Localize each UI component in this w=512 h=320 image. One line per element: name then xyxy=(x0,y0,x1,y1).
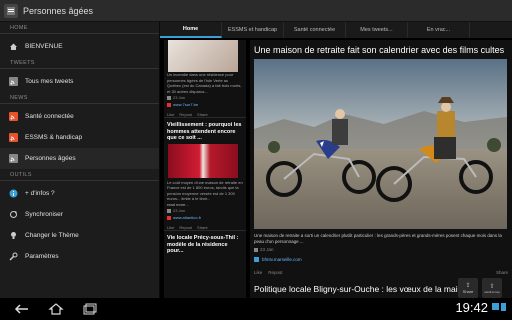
bulb-icon xyxy=(9,231,18,240)
post-thumbnail[interactable] xyxy=(168,40,238,72)
article-hero-image[interactable] xyxy=(254,59,507,229)
calendar-icon xyxy=(167,95,171,100)
tab-bar: Home ESSMS et handicap Santé connectée M… xyxy=(160,22,512,38)
sidebar-item-label: Changer le Thème xyxy=(25,232,79,239)
share-floating-button[interactable]: ⇪ Share xyxy=(458,278,478,298)
repost-button[interactable]: Repost xyxy=(179,112,192,117)
info-icon xyxy=(9,189,18,198)
sidebar-item-parametres[interactable]: Paramètres xyxy=(0,246,159,267)
wrench-icon xyxy=(9,252,18,261)
article-date: 23 Jan xyxy=(250,245,512,254)
bikers-photo xyxy=(254,59,507,229)
sidebar-item-label: Santé connectée xyxy=(25,113,74,120)
sidebar-item-bienvenue[interactable]: BIENVENUE xyxy=(0,36,159,57)
sidebar-item-label: Tous mes tweets xyxy=(25,78,74,85)
like-button[interactable]: Like xyxy=(254,270,262,275)
app-logo-icon[interactable] xyxy=(4,3,18,18)
sidebar-item-sante[interactable]: Santé connectée xyxy=(0,106,159,127)
tab-home[interactable]: Home xyxy=(160,22,222,38)
section-header-tweets: TWEETS xyxy=(0,57,159,69)
repost-button[interactable]: Repost xyxy=(268,270,282,275)
sidebar-item-label: Personnes âgées xyxy=(25,155,76,162)
tab-sante[interactable]: Santé connectée xyxy=(284,22,346,38)
arrow-up-icon: ⇧ xyxy=(489,283,495,290)
article-title: Une maison de retraite fait son calendri… xyxy=(254,45,505,55)
tab-en-vrac[interactable]: En vrac... xyxy=(408,22,470,38)
sync-icon xyxy=(9,210,18,219)
sidebar-item-personnes-agees[interactable]: Personnes âgées xyxy=(0,148,159,169)
like-button[interactable]: Like xyxy=(167,112,174,117)
sidebar-item-infos[interactable]: + d'infos ? xyxy=(0,183,159,204)
post-actions: Like Repost Share xyxy=(164,108,246,118)
tab-essms[interactable]: ESSMS et handicap xyxy=(222,22,284,38)
share-button[interactable]: Share xyxy=(496,270,508,275)
post-date: 23 Jan xyxy=(164,94,246,101)
post-thumbnail[interactable] xyxy=(168,143,238,178)
post-title[interactable]: Vie locale Précy-sous-Thil : modèle de l… xyxy=(164,231,246,257)
post-excerpt: Un incendie dans une résidence pour pers… xyxy=(167,72,242,94)
feed-column[interactable]: Un incendie dans une résidence pour pers… xyxy=(164,40,246,298)
section-header-news: NEWS xyxy=(0,92,159,104)
post-actions: Like Repost Share xyxy=(164,221,246,231)
rss-icon xyxy=(9,133,18,142)
sidebar-item-label: Paramètres xyxy=(25,253,59,260)
rss-icon xyxy=(9,112,18,121)
source-icon xyxy=(254,257,259,262)
rss-icon xyxy=(9,77,18,86)
clock: 19:42 xyxy=(455,300,488,315)
like-button[interactable]: Like xyxy=(167,225,174,230)
sidebar-item-label: BIENVENUE xyxy=(25,43,63,50)
source-icon xyxy=(167,215,171,220)
post-date: 23 Jan xyxy=(164,207,246,214)
calendar-icon xyxy=(254,247,258,252)
sidebar-item-sync[interactable]: Synchroniser xyxy=(0,204,159,225)
section-header-home: HOME xyxy=(0,22,159,34)
back-icon xyxy=(14,304,28,314)
home-button[interactable] xyxy=(44,301,68,317)
post-source[interactable]: www.atlantico.fr xyxy=(164,214,246,221)
repost-button[interactable]: Repost xyxy=(179,225,192,230)
source-icon xyxy=(167,102,171,107)
wifi-icon xyxy=(492,303,499,310)
home-icon xyxy=(9,42,18,51)
share-button[interactable]: Share xyxy=(197,112,208,117)
recent-apps-icon xyxy=(83,303,97,315)
recent-apps-button[interactable] xyxy=(78,301,102,317)
tab-tweets[interactable]: Mes tweets... xyxy=(346,22,408,38)
article-source[interactable]: bfmtv.marseille.com xyxy=(250,254,512,265)
sidebar-item-essms[interactable]: ESSMS & handicap xyxy=(0,127,159,148)
back-button[interactable] xyxy=(10,301,34,317)
share-button[interactable]: Share xyxy=(197,225,208,230)
sidebar-item-tweets[interactable]: Tous mes tweets xyxy=(0,71,159,92)
post-excerpt: Le coût moyen d'une maison de retraite e… xyxy=(167,179,243,202)
sidebar-item-label: Synchroniser xyxy=(25,211,63,218)
scroll-to-top-button[interactable]: ⇧ scroll to top xyxy=(482,278,502,298)
post-title[interactable]: Vieillissement : pourquoi les hommes att… xyxy=(164,118,246,144)
calendar-icon xyxy=(167,208,171,213)
article-view[interactable]: Une maison de retraite fait son calendri… xyxy=(250,40,512,298)
battery-icon xyxy=(501,303,506,311)
sidebar-item-theme[interactable]: Changer le Thème xyxy=(0,225,159,246)
home-nav-icon xyxy=(48,303,64,315)
sidebar-item-label: ESSMS & handicap xyxy=(25,134,83,141)
system-navigation-bar: 19:42 xyxy=(0,298,512,320)
section-header-outils: OUTILS xyxy=(0,169,159,181)
sidebar-item-label: + d'infos ? xyxy=(25,190,55,197)
article-body: Une maison de retraite a sorti un calend… xyxy=(254,233,502,244)
navigation-drawer: HOME BIENVENUE TWEETS Tous mes tweets NE… xyxy=(0,22,160,298)
app-title: Personnes âgées xyxy=(23,5,94,16)
share-icon: ⇪ xyxy=(465,283,471,289)
status-icons xyxy=(492,303,506,311)
rss-icon xyxy=(9,154,18,163)
action-bar: Personnes âgées xyxy=(0,0,512,22)
post-source[interactable]: www.7sur7.be xyxy=(164,101,246,108)
